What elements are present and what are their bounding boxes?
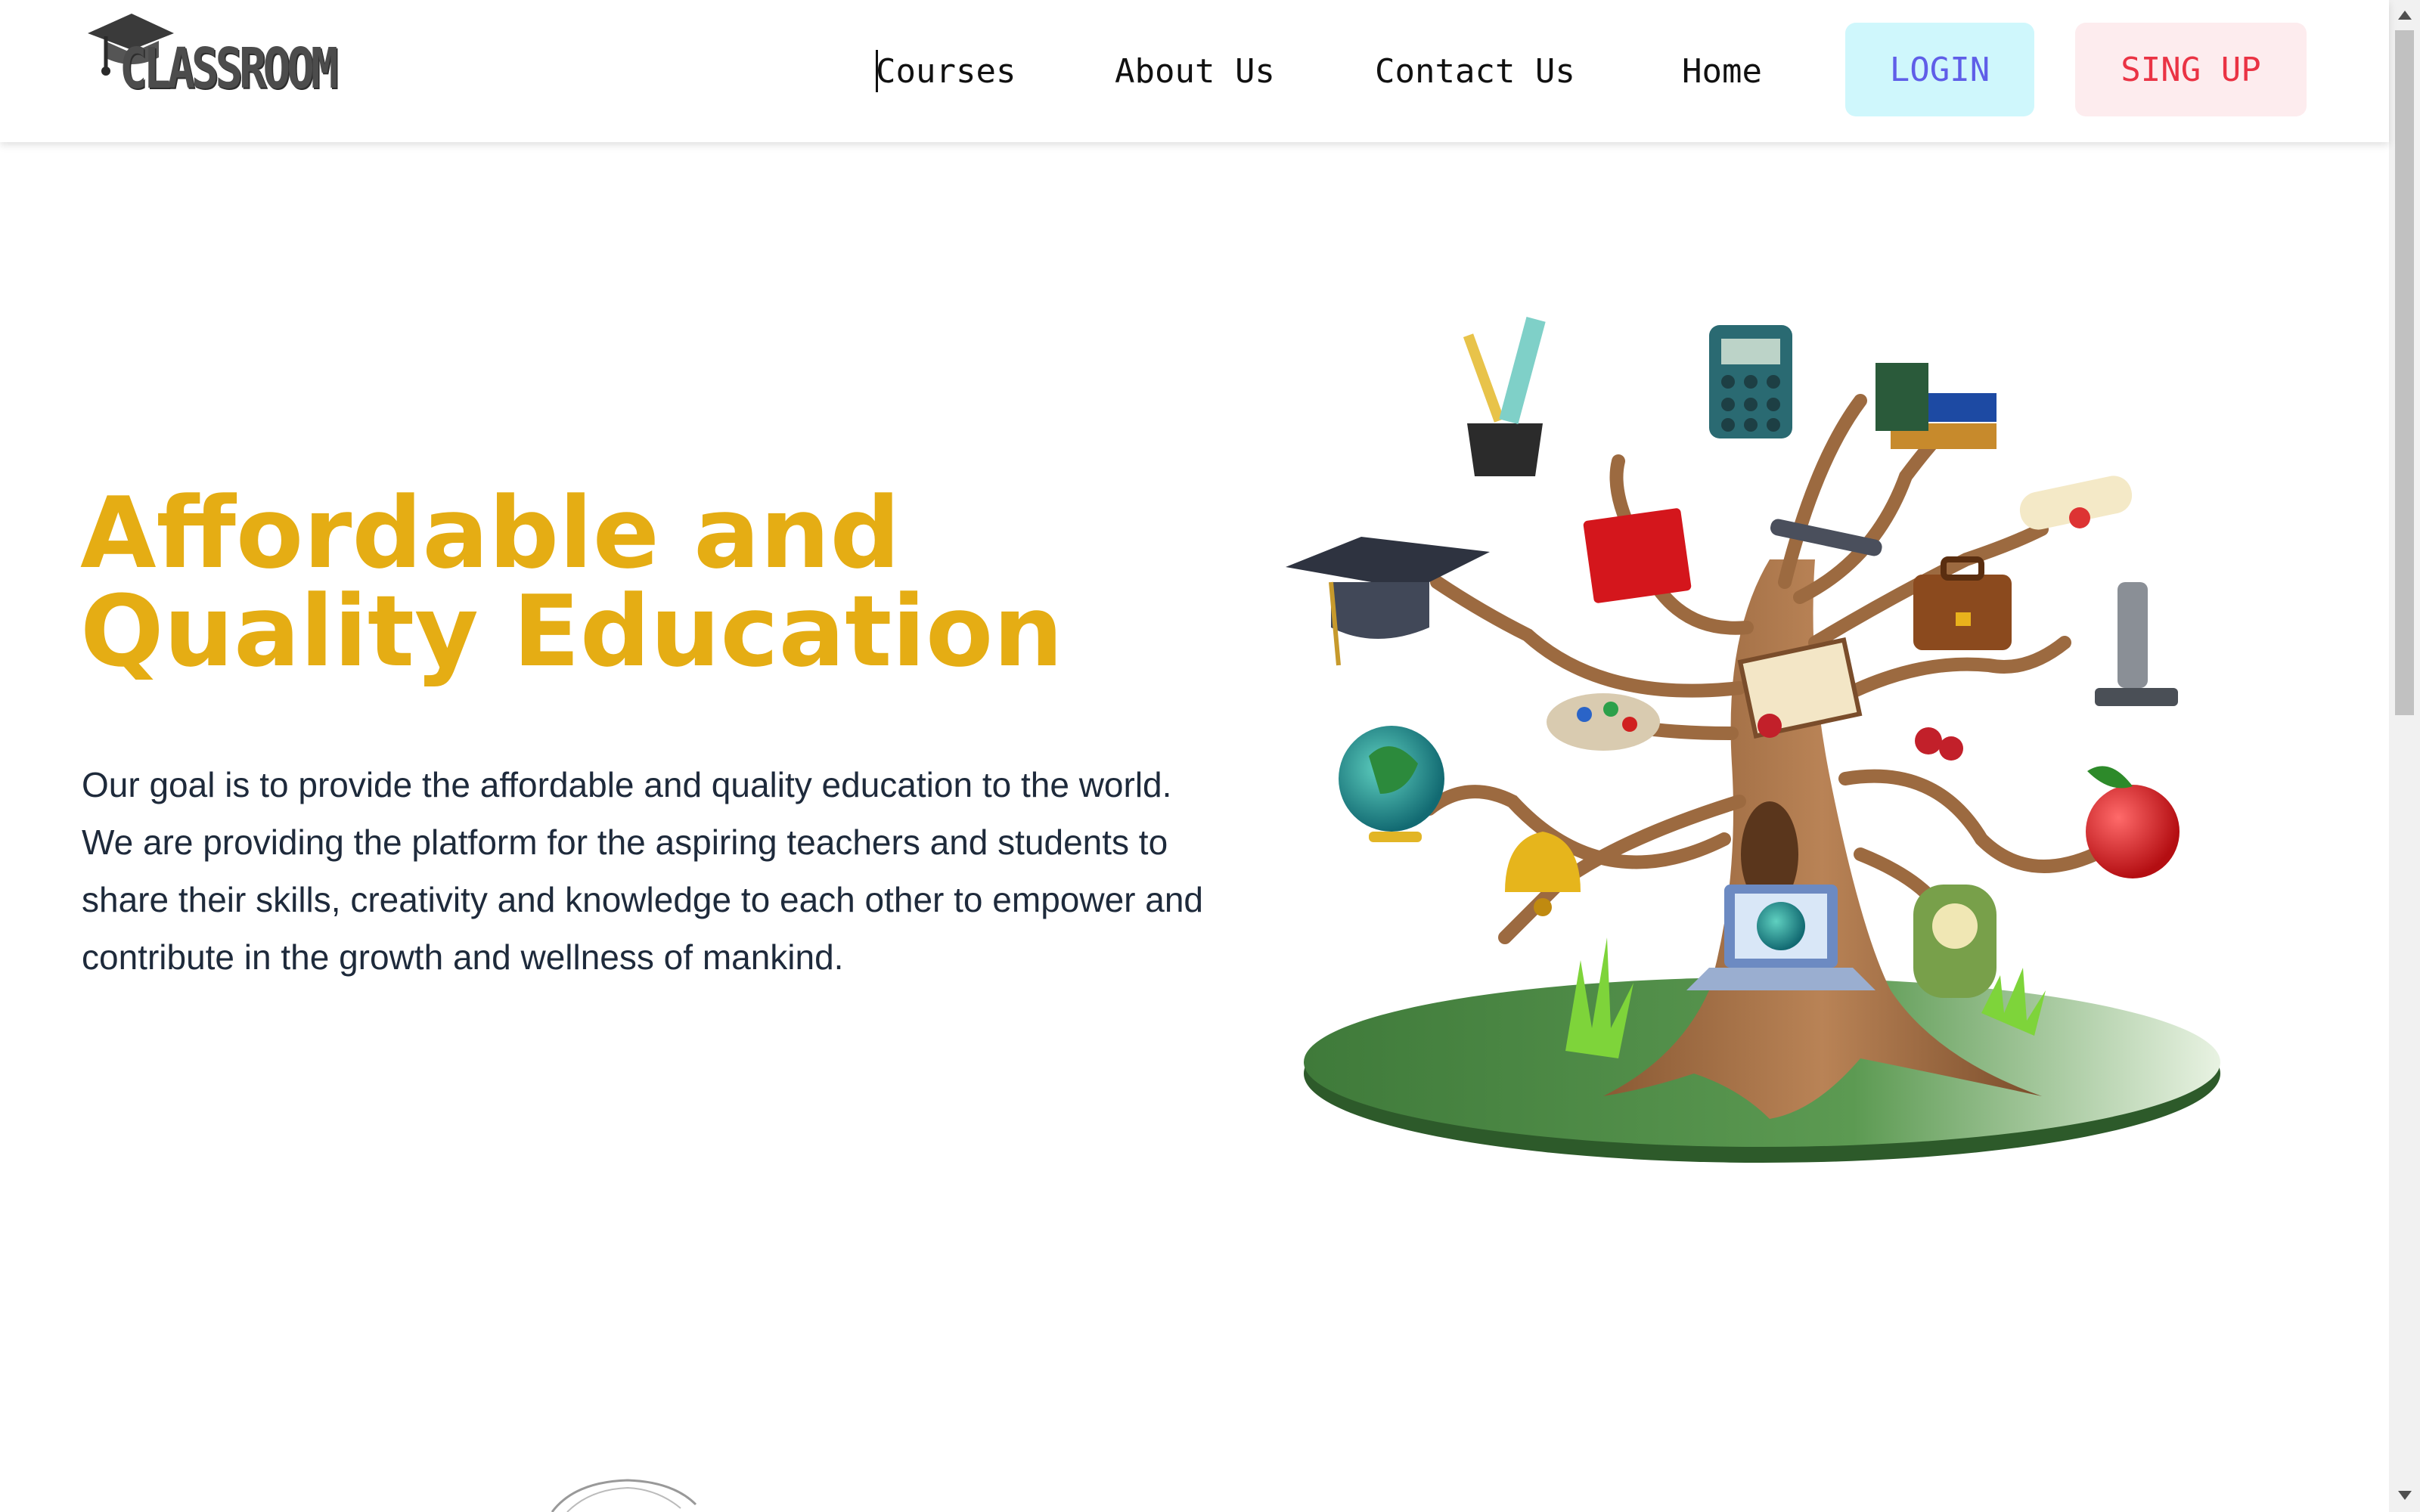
nav-contact-link[interactable]: Contact Us bbox=[1375, 45, 1575, 98]
top-navbar: CLASSROOM Courses About Us Contact Us Ho… bbox=[0, 0, 2389, 142]
nav-courses-link[interactable]: Courses bbox=[876, 45, 1016, 98]
signup-button[interactable]: SING UP bbox=[2075, 23, 2307, 116]
hero-title: Affordable and Quality Education bbox=[80, 476, 1063, 689]
nav-about-link[interactable]: About Us bbox=[1115, 45, 1275, 98]
nav-home-link[interactable]: Home bbox=[1682, 45, 1762, 98]
scrollbar-thumb[interactable] bbox=[2395, 30, 2414, 715]
page-scrollbar[interactable] bbox=[2389, 0, 2420, 1512]
scroll-down-arrow-icon[interactable] bbox=[2398, 1491, 2412, 1500]
hero-description: Our goal is to provide the affordable an… bbox=[82, 765, 1204, 977]
scroll-up-arrow-icon[interactable] bbox=[2398, 11, 2412, 20]
logo-text: CLASSROOM bbox=[119, 36, 338, 101]
education-tree-illustration bbox=[1286, 317, 2220, 1163]
classroom-logo[interactable]: CLASSROOM bbox=[85, 11, 395, 103]
login-button[interactable]: LOGIN bbox=[1845, 23, 2034, 116]
sketch-illustration-partial bbox=[551, 1479, 697, 1512]
